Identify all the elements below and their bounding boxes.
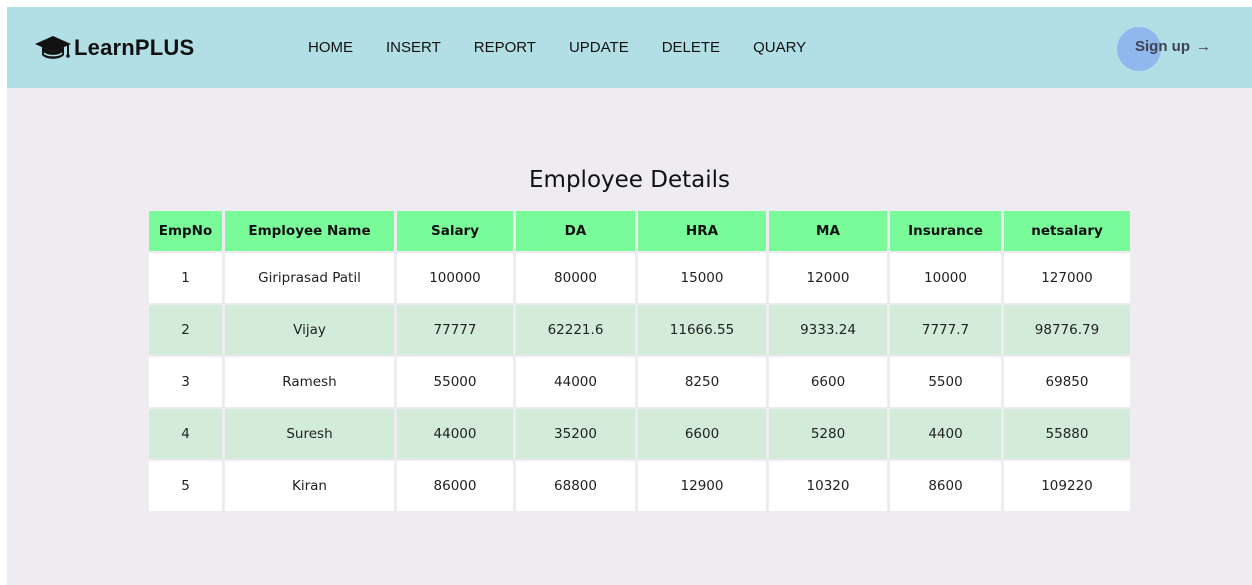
brand-logo[interactable]: LearnPLUS bbox=[34, 33, 194, 63]
cell-hra: 12900 bbox=[638, 461, 766, 511]
cell-da: 62221.6 bbox=[516, 305, 635, 355]
nav-home[interactable]: HOME bbox=[308, 38, 353, 58]
cell-hra: 8250 bbox=[638, 357, 766, 407]
cell-empno: 4 bbox=[149, 409, 222, 459]
page-frame: LearnPLUS HOME INSERT REPORT UPDATE DELE… bbox=[7, 7, 1252, 585]
table-header-row: EmpNo Employee Name Salary DA HRA MA Ins… bbox=[149, 211, 1130, 251]
cell-salary: 100000 bbox=[397, 253, 513, 303]
cell-netsalary: 55880 bbox=[1004, 409, 1130, 459]
table-row: 4 Suresh 44000 35200 6600 5280 4400 5588… bbox=[149, 409, 1130, 459]
cell-netsalary: 109220 bbox=[1004, 461, 1130, 511]
col-header-ma: MA bbox=[769, 211, 887, 251]
nav-insert[interactable]: INSERT bbox=[386, 38, 441, 58]
table-row: 2 Vijay 77777 62221.6 11666.55 9333.24 7… bbox=[149, 305, 1130, 355]
col-header-hra: HRA bbox=[638, 211, 766, 251]
cell-hra: 11666.55 bbox=[638, 305, 766, 355]
cell-insurance: 7777.7 bbox=[890, 305, 1001, 355]
table-row: 3 Ramesh 55000 44000 8250 6600 5500 6985… bbox=[149, 357, 1130, 407]
cell-insurance: 4400 bbox=[890, 409, 1001, 459]
cell-employee-name: Suresh bbox=[225, 409, 394, 459]
nav-delete[interactable]: DELETE bbox=[662, 38, 720, 58]
col-header-empno: EmpNo bbox=[149, 211, 222, 251]
col-header-netsalary: netsalary bbox=[1004, 211, 1130, 251]
cell-ma: 9333.24 bbox=[769, 305, 887, 355]
page-title: Employee Details bbox=[529, 167, 730, 193]
cell-empno: 3 bbox=[149, 357, 222, 407]
cell-da: 35200 bbox=[516, 409, 635, 459]
cell-empno: 5 bbox=[149, 461, 222, 511]
signup-label-text: Sign up bbox=[1135, 38, 1190, 55]
graduation-cap-icon bbox=[35, 36, 71, 59]
cell-insurance: 5500 bbox=[890, 357, 1001, 407]
cell-da: 80000 bbox=[516, 253, 635, 303]
cell-insurance: 8600 bbox=[890, 461, 1001, 511]
cell-netsalary: 98776.79 bbox=[1004, 305, 1130, 355]
col-header-employee-name: Employee Name bbox=[225, 211, 394, 251]
col-header-salary: Salary bbox=[397, 211, 513, 251]
col-header-insurance: Insurance bbox=[890, 211, 1001, 251]
cell-da: 68800 bbox=[516, 461, 635, 511]
cell-empno: 2 bbox=[149, 305, 222, 355]
nav-report[interactable]: REPORT bbox=[474, 38, 536, 58]
cell-hra: 6600 bbox=[638, 409, 766, 459]
cell-salary: 77777 bbox=[397, 305, 513, 355]
cell-salary: 55000 bbox=[397, 357, 513, 407]
table-row: 5 Kiran 86000 68800 12900 10320 8600 109… bbox=[149, 461, 1130, 511]
cell-insurance: 10000 bbox=[890, 253, 1001, 303]
col-header-da: DA bbox=[516, 211, 635, 251]
signup-button[interactable]: Sign up → bbox=[1115, 27, 1252, 71]
nav-update[interactable]: UPDATE bbox=[569, 38, 629, 58]
brand-name: LearnPLUS bbox=[74, 35, 195, 60]
cell-ma: 5280 bbox=[769, 409, 887, 459]
signup-label: Sign up → bbox=[1135, 38, 1211, 55]
nav-links: HOME INSERT REPORT UPDATE DELETE QUARY bbox=[308, 38, 839, 58]
cell-employee-name: Ramesh bbox=[225, 357, 394, 407]
cell-employee-name: Kiran bbox=[225, 461, 394, 511]
nav-quary[interactable]: QUARY bbox=[753, 38, 806, 58]
cell-employee-name: Giriprasad Patil bbox=[225, 253, 394, 303]
table-row: 1 Giriprasad Patil 100000 80000 15000 12… bbox=[149, 253, 1130, 303]
cell-empno: 1 bbox=[149, 253, 222, 303]
cell-da: 44000 bbox=[516, 357, 635, 407]
cell-ma: 10320 bbox=[769, 461, 887, 511]
cell-netsalary: 69850 bbox=[1004, 357, 1130, 407]
employee-table-wrap: EmpNo Employee Name Salary DA HRA MA Ins… bbox=[149, 211, 1130, 511]
navbar: LearnPLUS HOME INSERT REPORT UPDATE DELE… bbox=[7, 7, 1252, 88]
arrow-right-icon: → bbox=[1196, 38, 1211, 55]
cell-salary: 86000 bbox=[397, 461, 513, 511]
employee-table: EmpNo Employee Name Salary DA HRA MA Ins… bbox=[146, 209, 1133, 513]
cell-ma: 6600 bbox=[769, 357, 887, 407]
cell-ma: 12000 bbox=[769, 253, 887, 303]
cell-netsalary: 127000 bbox=[1004, 253, 1130, 303]
cell-employee-name: Vijay bbox=[225, 305, 394, 355]
cell-hra: 15000 bbox=[638, 253, 766, 303]
cell-salary: 44000 bbox=[397, 409, 513, 459]
